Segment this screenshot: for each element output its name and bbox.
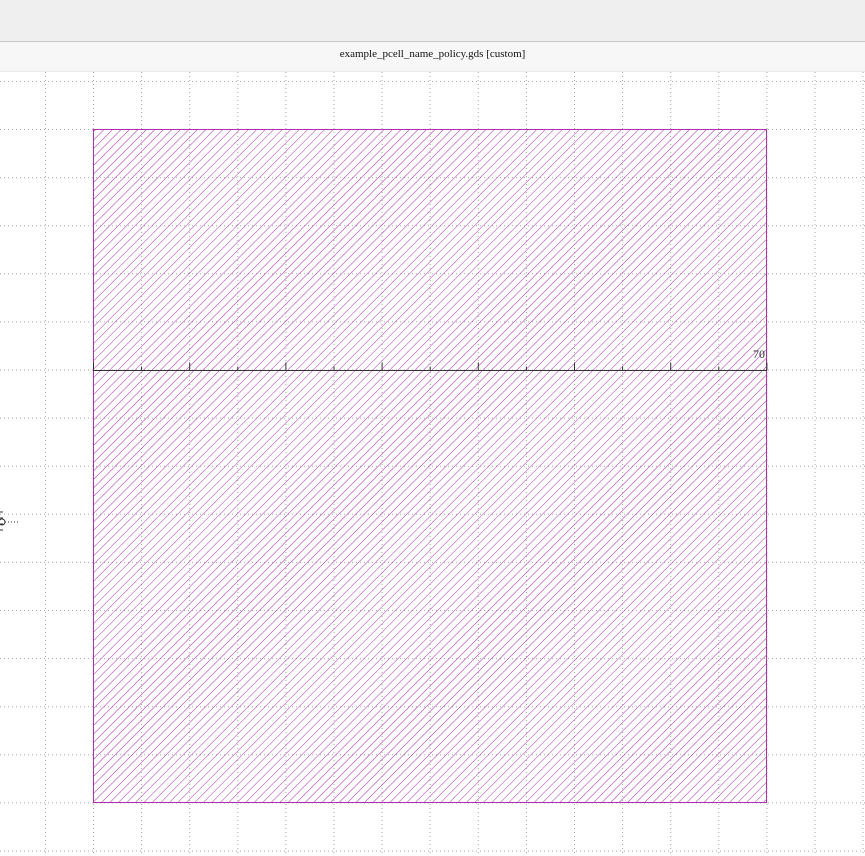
window-title: example_pcell_name_policy.gds [custom]	[339, 48, 526, 60]
view-title-bar: example_pcell_name_policy.gds [custom]	[0, 42, 865, 72]
toolbar-area	[0, 0, 865, 42]
layout-canvas[interactable]: 70	[0, 72, 865, 856]
layout-polygon[interactable]	[93, 129, 767, 803]
ruler-label: 70	[753, 347, 765, 361]
